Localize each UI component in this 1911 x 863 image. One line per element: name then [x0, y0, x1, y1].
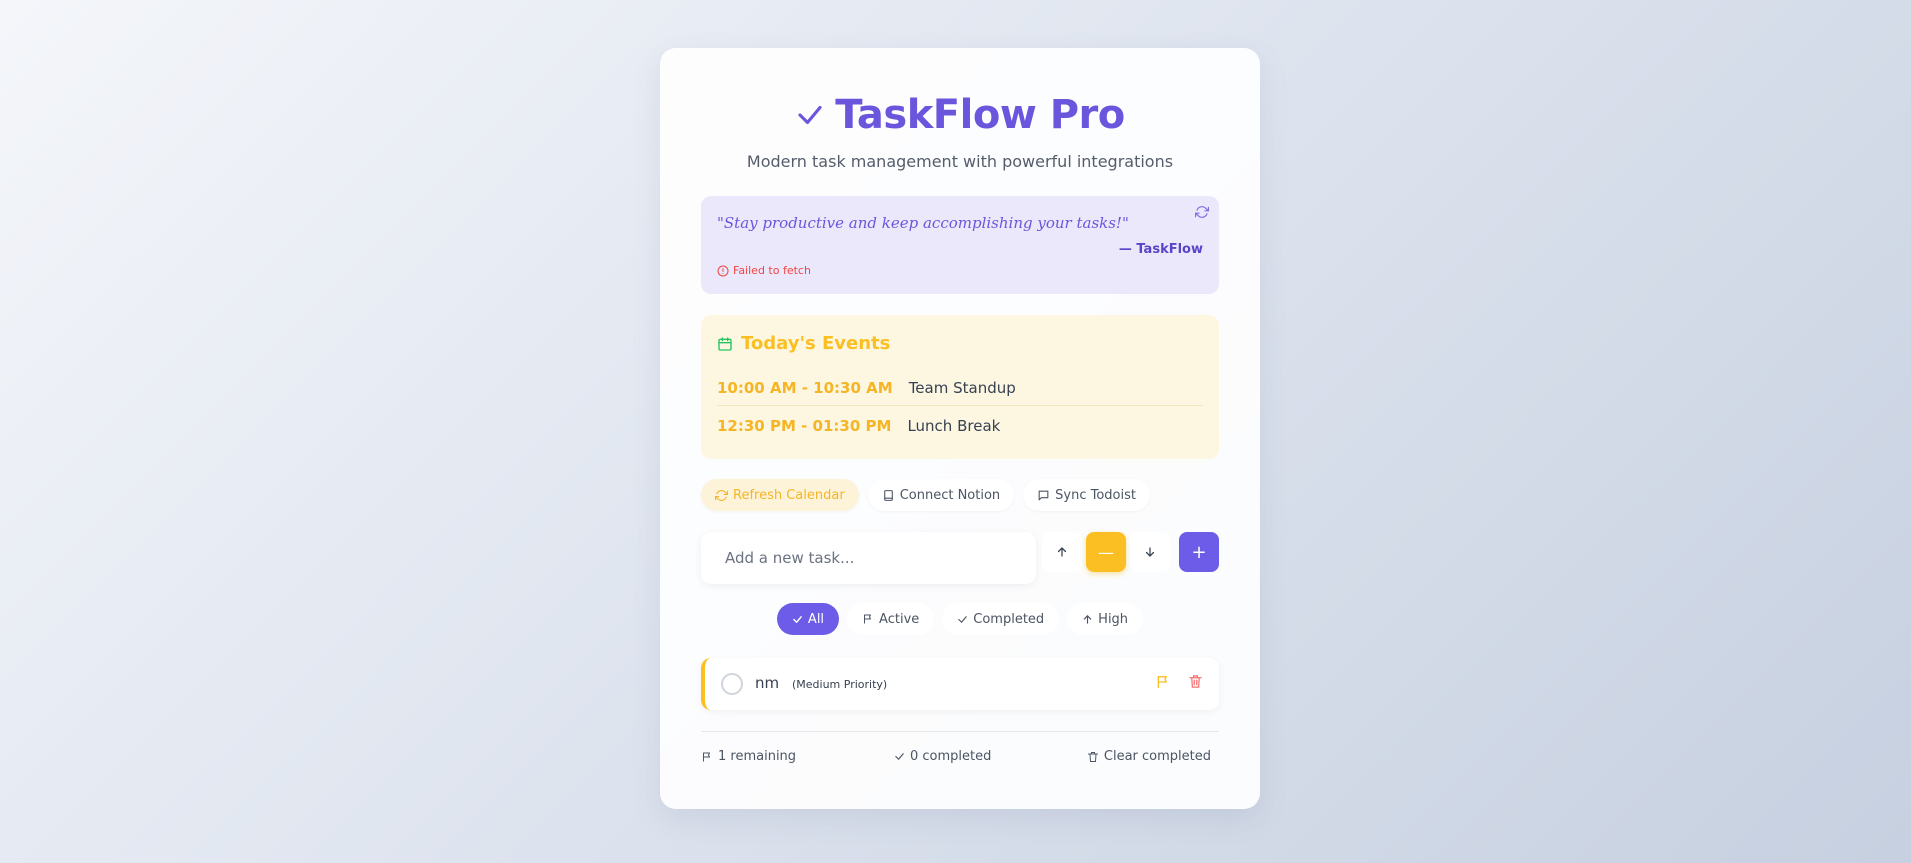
task-card: TaskFlow Pro Modern task management with…	[660, 48, 1260, 809]
event-row: 12:30 PM - 01:30 PM Lunch Break	[717, 408, 1203, 444]
calendar-icon	[717, 336, 733, 352]
filter-row: All Active Completed High	[660, 603, 1260, 635]
task-row: nm (Medium Priority)	[701, 658, 1219, 710]
filter-all[interactable]: All	[776, 603, 840, 635]
completed-count: 0 completed	[894, 749, 991, 764]
remaining-count: 1 remaining	[701, 749, 796, 764]
integrations-row: Refresh Calendar Connect Notion Sync Tod…	[701, 479, 1150, 511]
priority-high-button[interactable]	[1042, 532, 1082, 572]
event-name: Team Standup	[908, 378, 1016, 397]
check-icon	[894, 751, 905, 762]
flag-icon	[862, 613, 874, 625]
quote-author: — TaskFlow	[1118, 242, 1203, 257]
event-time: 10:00 AM - 10:30 AM	[717, 378, 893, 397]
minus-icon: —	[1098, 542, 1114, 562]
sync-todoist-button[interactable]: Sync Todoist	[1023, 479, 1150, 511]
arrow-down-icon	[1144, 546, 1156, 558]
refresh-icon	[715, 489, 728, 502]
app-title: TaskFlow Pro	[835, 92, 1125, 138]
connect-notion-button[interactable]: Connect Notion	[867, 479, 1015, 511]
task-checkbox[interactable]	[721, 673, 743, 695]
check-icon	[792, 614, 803, 625]
priority-medium-button[interactable]: —	[1086, 532, 1126, 572]
priority-low-button[interactable]	[1130, 532, 1170, 572]
task-priority-label: (Medium Priority)	[792, 678, 888, 691]
connect-notion-label: Connect Notion	[899, 487, 1001, 503]
app-header: TaskFlow Pro	[660, 92, 1260, 138]
filter-completed[interactable]: Completed	[942, 603, 1060, 635]
flag-icon[interactable]	[1155, 674, 1171, 690]
check-icon	[795, 100, 825, 130]
filter-active[interactable]: Active	[847, 603, 935, 635]
quote-box: "Stay productive and keep accomplishing …	[701, 196, 1219, 294]
quote-text: "Stay productive and keep accomplishing …	[717, 214, 1129, 232]
trash-icon[interactable]	[1188, 674, 1203, 689]
app-subtitle: Modern task management with powerful int…	[746, 152, 1174, 171]
quote-error-text: Failed to fetch	[733, 264, 811, 277]
sync-todoist-label: Sync Todoist	[1055, 487, 1136, 503]
alert-circle-icon	[717, 265, 729, 277]
task-input[interactable]	[701, 532, 1036, 584]
refresh-quote-icon[interactable]	[1193, 203, 1211, 221]
filter-active-label: Active	[879, 611, 920, 627]
clear-completed-label: Clear completed	[1103, 749, 1211, 764]
event-name: Lunch Break	[907, 417, 1001, 435]
arrow-up-icon	[1082, 614, 1093, 625]
events-title: Today's Events	[741, 333, 891, 354]
add-task-button[interactable]: +	[1179, 532, 1219, 572]
event-time: 12:30 PM - 01:30 PM	[717, 417, 892, 435]
completed-text: 0 completed	[910, 749, 992, 764]
book-icon	[882, 489, 895, 502]
event-row: 10:00 AM - 10:30 AM Team Standup	[717, 370, 1203, 406]
filter-high[interactable]: High	[1067, 603, 1144, 635]
filter-all-label: All	[807, 611, 825, 627]
quote-error: Failed to fetch	[717, 264, 811, 277]
remaining-text: 1 remaining	[718, 749, 797, 764]
refresh-calendar-label: Refresh Calendar	[733, 487, 845, 503]
filter-high-label: High	[1098, 611, 1129, 627]
plus-icon: +	[1191, 541, 1207, 563]
add-task-row: — +	[701, 532, 1219, 584]
filter-completed-label: Completed	[973, 611, 1045, 627]
refresh-calendar-button[interactable]: Refresh Calendar	[701, 479, 859, 511]
task-text: nm	[755, 674, 780, 692]
events-panel: Today's Events 10:00 AM - 10:30 AM Team …	[701, 315, 1219, 459]
message-square-icon	[1037, 489, 1050, 502]
clear-completed-button[interactable]: Clear completed	[1087, 749, 1211, 764]
events-header: Today's Events	[717, 333, 890, 354]
trash-icon	[1087, 751, 1099, 763]
footer-divider	[701, 731, 1219, 732]
flag-icon	[701, 751, 713, 763]
check-icon	[957, 614, 968, 625]
arrow-up-icon	[1056, 546, 1068, 558]
